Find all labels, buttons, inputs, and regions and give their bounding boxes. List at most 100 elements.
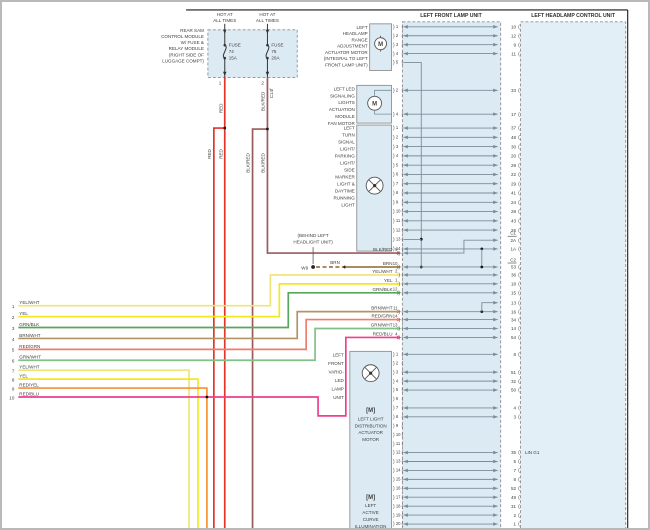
connector-socket: ( xyxy=(402,397,404,403)
feed-wire xyxy=(18,388,207,528)
connector-plug: ) xyxy=(393,219,395,225)
rear-sam-label: REAR SAM xyxy=(180,28,204,33)
connector-plug: ) xyxy=(393,126,395,132)
module-pin-number: 4 xyxy=(396,378,399,383)
connector-socket: ( xyxy=(402,335,404,341)
connector-plug: ) xyxy=(393,477,395,483)
control-pin-number: 52 xyxy=(511,486,517,491)
connector-socket: ( xyxy=(402,181,404,187)
module-pin-number: 20 xyxy=(396,521,401,526)
active-curve-label: LEFT xyxy=(365,503,376,508)
connector-socket: ( xyxy=(518,247,520,253)
feed-wire xyxy=(18,320,398,350)
module-pin-number: 4 xyxy=(396,51,399,56)
connector-plug: ) xyxy=(393,432,395,438)
connector-c14f-label: C14f xyxy=(269,88,274,98)
fuse-amps: 20A xyxy=(271,56,280,61)
control-pin-number: 48 xyxy=(511,135,517,140)
rear-sam-module-box xyxy=(208,30,297,78)
connector-plug: ) xyxy=(393,379,395,385)
wire-color-label: BLK/RED xyxy=(246,153,251,173)
connector-socket: ( xyxy=(402,450,404,456)
connector-socket: ( xyxy=(518,379,520,385)
wire-color-label: GRN/BLK xyxy=(373,287,393,292)
connector-plug: ) xyxy=(393,135,395,141)
hot-at-all-times-label: ALL TIMES xyxy=(213,18,236,23)
connector-socket: ( xyxy=(518,24,520,30)
connector-plug: ) xyxy=(393,522,395,528)
connector-socket: ( xyxy=(402,135,404,141)
hot-at-all-times-label: HOT AT xyxy=(217,12,233,17)
turn-signal-label: SIDE xyxy=(344,168,355,173)
wire-color-label: BLK/RED xyxy=(373,247,393,252)
connector-socket: ( xyxy=(402,309,404,315)
connector-socket: ( xyxy=(402,24,404,30)
fuse-number: 75 xyxy=(271,49,277,54)
connector-plug: ) xyxy=(393,209,395,215)
connector-socket: ( xyxy=(518,406,520,412)
control-pin-number: 22 xyxy=(511,172,517,177)
connector-socket: ( xyxy=(518,450,520,456)
control-pin-number: 10 xyxy=(511,24,517,29)
junction-dot xyxy=(223,127,226,130)
distribution-motor-label: DISTRIBUTION xyxy=(355,423,387,428)
connector-socket: ( xyxy=(518,219,520,225)
connector-socket: ( xyxy=(402,290,404,296)
module-pin-number: 3 xyxy=(396,42,399,47)
connector-socket: ( xyxy=(518,459,520,465)
active-curve-label: ILLUMINATION xyxy=(355,524,386,528)
control-pin-number: 13 xyxy=(511,300,517,305)
connector-socket: ( xyxy=(402,495,404,501)
connector-plug: ) xyxy=(393,441,395,447)
control-pin-number: 51 xyxy=(511,370,517,375)
connector-socket: ( xyxy=(402,317,404,323)
connector-socket: ( xyxy=(402,265,404,271)
connector-socket: ( xyxy=(518,513,520,519)
connector-plug: ) xyxy=(393,513,395,519)
module-pin-number: 2 xyxy=(396,88,399,93)
connector-plug: ) xyxy=(393,423,395,429)
wire-color-label: BLK/RED xyxy=(261,153,266,173)
connector-socket: ( xyxy=(518,335,520,341)
wire-color-label: YEL xyxy=(19,374,28,379)
connector-name: C1 xyxy=(510,231,516,236)
turn-signal-label: RUNNING xyxy=(334,195,356,200)
feed-wire xyxy=(18,275,398,306)
lamp-pin-number: 14 xyxy=(393,313,398,318)
connector-plug: ) xyxy=(393,237,395,243)
wire-color-label: YEL xyxy=(384,278,393,283)
connector-plug: ) xyxy=(393,504,395,510)
connector-socket: ( xyxy=(402,415,404,421)
ground-location-note: (BEHIND LEFT xyxy=(298,233,329,238)
connector-socket: ( xyxy=(402,423,404,429)
connector-plug: ) xyxy=(393,200,395,206)
connector-socket: ( xyxy=(402,33,404,39)
connector-socket: ( xyxy=(402,468,404,474)
control-pin-number: 16 xyxy=(511,309,517,314)
wire-color-label: BRN xyxy=(330,260,340,265)
module-pin-number: 18 xyxy=(396,503,401,508)
control-pin-number: 37 xyxy=(511,126,517,131)
control-pin-number: 30 xyxy=(511,144,517,149)
connector-socket: ( xyxy=(402,379,404,385)
connector-socket: ( xyxy=(518,290,520,296)
module-pin-number: 12 xyxy=(396,450,401,455)
fuse-label: FUSE xyxy=(229,43,241,48)
control-pin-number: 49 xyxy=(511,495,517,500)
range-motor-label: FRONT LAMP UNIT) xyxy=(325,62,368,67)
range-motor-label: (INTEGRAL TO LEFT xyxy=(324,56,368,61)
control-pin-number: 54 xyxy=(511,335,517,340)
connector-plug: ) xyxy=(393,24,395,30)
module-pin-number: 5 xyxy=(396,60,399,65)
connector-plug: ) xyxy=(393,459,395,465)
wiring-diagram-page: LEFT FRONT LAMP UNIT LEFT HEADLAMP CONTR… xyxy=(0,0,650,530)
turn-signal-label: MARKER xyxy=(335,175,355,180)
left-wire-number: 2 xyxy=(12,315,15,320)
connector-socket: ( xyxy=(402,126,404,132)
connector-socket: ( xyxy=(402,144,404,150)
control-pin-number: 3 xyxy=(514,415,517,420)
control-pin-number: 11 xyxy=(511,51,516,56)
motor-symbol-letter: M xyxy=(372,102,377,108)
distribution-motor-label: MOTOR xyxy=(362,437,380,442)
module-pin-number: 11 xyxy=(396,218,401,223)
